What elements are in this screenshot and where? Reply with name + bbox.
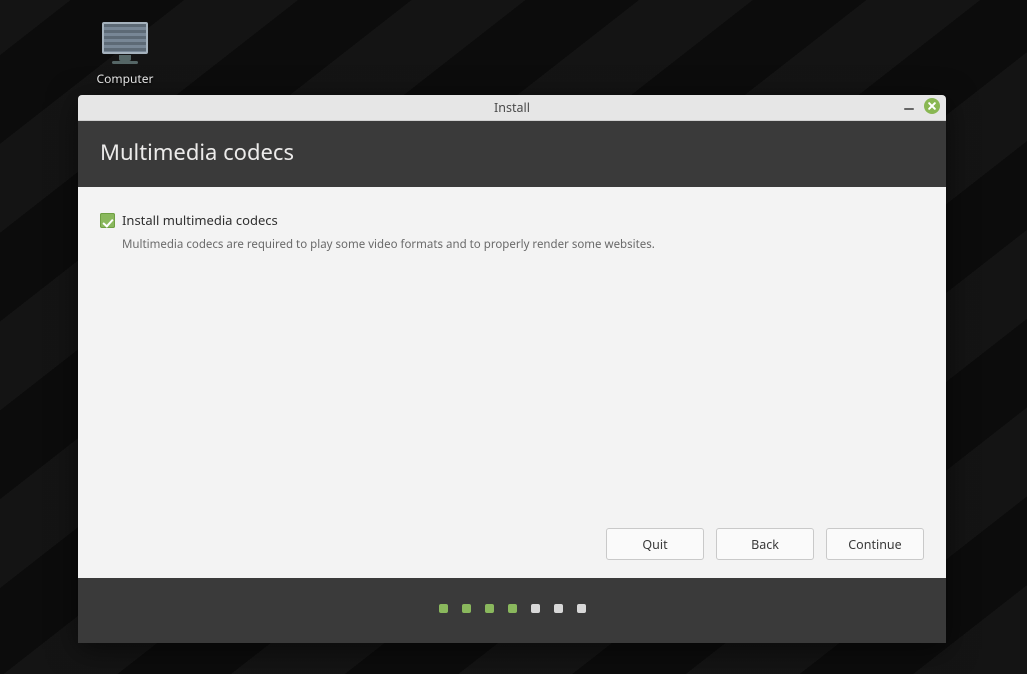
window-title: Install bbox=[494, 99, 530, 116]
progress-dot bbox=[531, 604, 540, 613]
back-button[interactable]: Back bbox=[716, 528, 814, 560]
progress-dots bbox=[78, 578, 946, 643]
progress-dot bbox=[554, 604, 563, 613]
progress-dot-done bbox=[462, 604, 471, 613]
progress-dot-done bbox=[485, 604, 494, 613]
close-icon[interactable] bbox=[924, 98, 940, 114]
desktop-icon-label: Computer bbox=[83, 70, 167, 87]
codecs-checkbox[interactable] bbox=[100, 213, 115, 228]
progress-dot bbox=[577, 604, 586, 613]
computer-icon bbox=[102, 22, 148, 54]
desktop-icon-computer[interactable]: Computer bbox=[83, 22, 167, 87]
minimize-icon[interactable] bbox=[902, 99, 916, 113]
window-titlebar[interactable]: Install bbox=[78, 95, 946, 121]
page-title: Multimedia codecs bbox=[78, 121, 946, 187]
footer-buttons: Quit Back Continue bbox=[100, 528, 924, 560]
codecs-checkbox-label: Install multimedia codecs bbox=[122, 211, 278, 229]
quit-button[interactable]: Quit bbox=[606, 528, 704, 560]
continue-button[interactable]: Continue bbox=[826, 528, 924, 560]
codecs-checkbox-description: Multimedia codecs are required to play s… bbox=[122, 237, 924, 252]
progress-dot-done bbox=[508, 604, 517, 613]
content-panel: Install multimedia codecs Multimedia cod… bbox=[78, 187, 946, 578]
installer-window: Install Multimedia codecs Install multim… bbox=[78, 95, 946, 643]
progress-dot-done bbox=[439, 604, 448, 613]
